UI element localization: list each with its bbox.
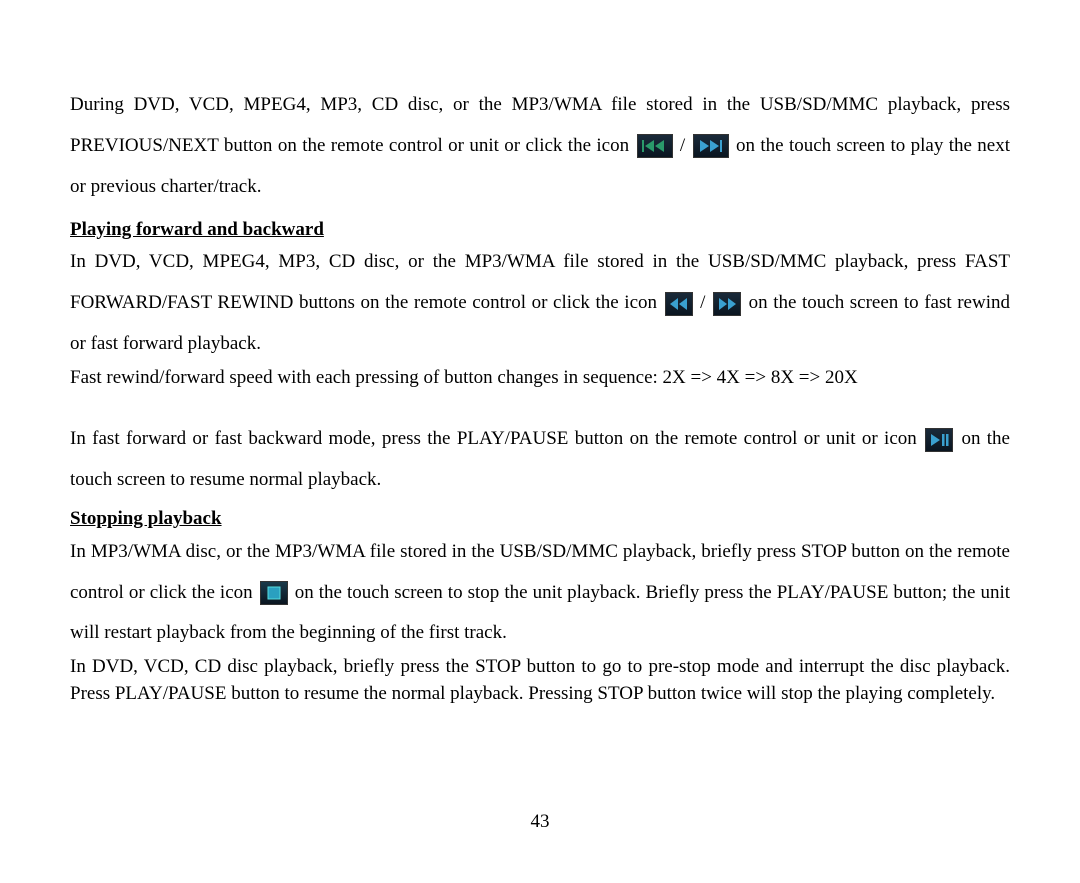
paragraph-speed-sequence: Fast rewind/forward speed with each pres…: [70, 365, 1010, 392]
paragraph-stop-mp3: In MP3/WMA disc, or the MP3/WMA file sto…: [70, 532, 1010, 655]
heading-stopping: Stopping playback: [70, 507, 1010, 532]
text: /: [700, 292, 711, 313]
next-track-icon: [693, 134, 729, 158]
heading-forward-backward: Playing forward and backward: [70, 218, 1010, 243]
page-number: 43: [0, 811, 1080, 833]
stop-icon: [260, 581, 288, 605]
document-page: During DVD, VCD, MPEG4, MP3, CD disc, or…: [0, 0, 1080, 883]
paragraph-stop-dvd: In DVD, VCD, CD disc playback, briefly p…: [70, 654, 1010, 707]
fast-forward-icon: [713, 292, 741, 316]
fast-rewind-icon: [665, 292, 693, 316]
text: /: [680, 135, 691, 156]
text: In fast forward or fast backward mode, p…: [70, 428, 923, 449]
paragraph-ff-rw: In DVD, VCD, MPEG4, MP3, CD disc, or the…: [70, 242, 1010, 365]
previous-track-icon: [637, 134, 673, 158]
paragraph-resume: In fast forward or fast backward mode, p…: [70, 419, 1010, 501]
paragraph-prev-next: During DVD, VCD, MPEG4, MP3, CD disc, or…: [70, 85, 1010, 208]
play-pause-icon: [925, 428, 953, 452]
